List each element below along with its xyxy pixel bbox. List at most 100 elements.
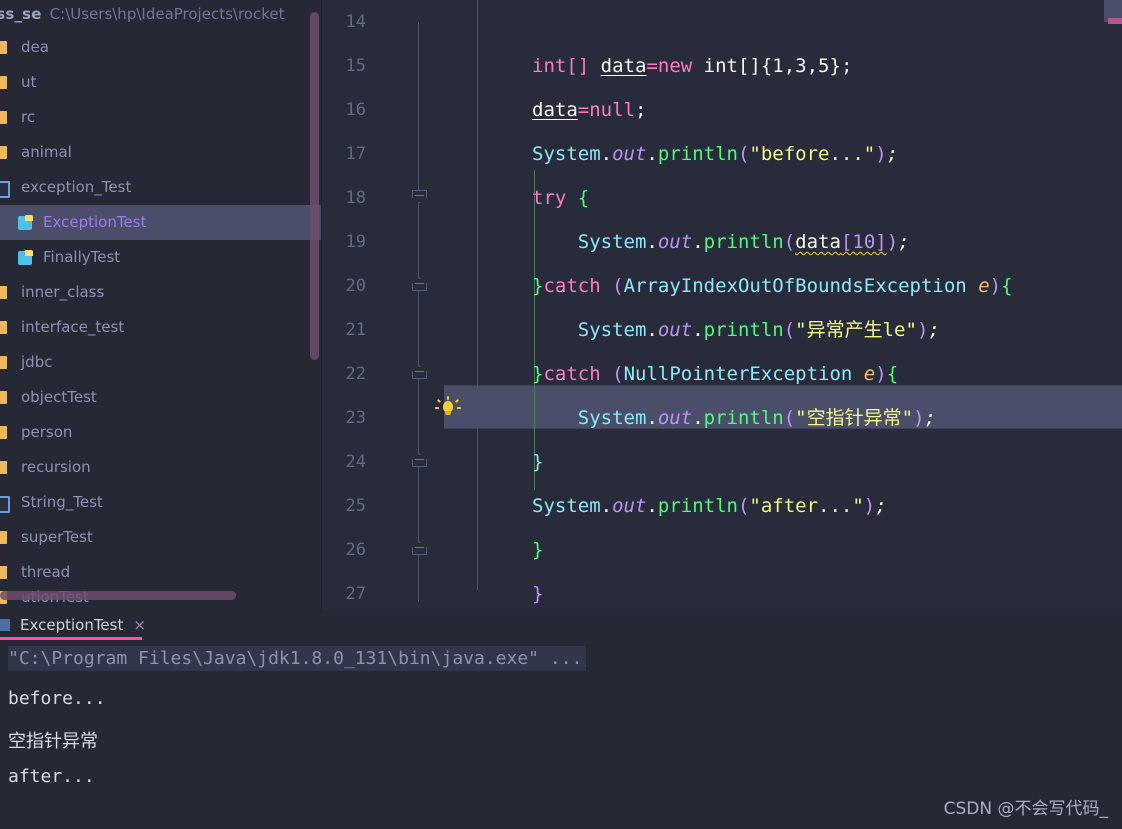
code-line[interactable]: int[] data=new int[]{1,3,5}; bbox=[532, 44, 852, 88]
code-token: . bbox=[692, 231, 704, 253]
code-token: out bbox=[612, 143, 647, 165]
fold-up-icon[interactable] bbox=[410, 365, 428, 383]
breadcrumb-path: C:\Users\hp\IdeaProjects\rocket bbox=[49, 5, 285, 23]
sidebar-item-supertest[interactable]: superTest bbox=[0, 520, 322, 555]
code-token: int[] bbox=[532, 55, 590, 77]
code-token: ) bbox=[875, 143, 887, 165]
code-token: { bbox=[1001, 275, 1013, 297]
code-token: out bbox=[657, 231, 693, 253]
line-number: 22 bbox=[345, 364, 366, 384]
console-tab-bar[interactable]: ExceptionTest × bbox=[0, 610, 1122, 640]
sidebar-item-exceptiontest[interactable]: ExceptionTest bbox=[0, 205, 322, 240]
code-token: ) bbox=[916, 319, 929, 341]
close-icon[interactable]: × bbox=[133, 617, 146, 633]
code-token: . bbox=[692, 407, 704, 429]
sidebar-item-label: interface_test bbox=[21, 318, 125, 336]
line-number: 19 bbox=[345, 232, 366, 252]
project-sidebar[interactable]: et_class_se C:\Users\hp\IdeaProjects\roc… bbox=[0, 0, 322, 610]
code-line[interactable]: } bbox=[532, 572, 543, 610]
code-line[interactable]: System.out.println(data[10]); bbox=[532, 220, 910, 264]
lightbulb-icon[interactable] bbox=[435, 396, 461, 418]
code-token: . bbox=[646, 143, 658, 165]
sidebar-horizontal-scrollbar[interactable] bbox=[0, 591, 236, 600]
sidebar-item-finallytest[interactable]: FinallyTest bbox=[0, 240, 322, 275]
code-token: println bbox=[703, 231, 784, 253]
module-icon bbox=[0, 180, 14, 198]
code-token: ( bbox=[737, 495, 750, 517]
line-number: 25 bbox=[345, 496, 366, 516]
editor-gutter[interactable]: 14 15 16 17 18 19 20 21 22 23 24 25 26 27 bbox=[322, 0, 444, 610]
code-line[interactable]: } bbox=[532, 440, 543, 484]
fold-down-icon[interactable] bbox=[410, 189, 428, 207]
tab-exceptiontest[interactable]: ExceptionTest × bbox=[0, 612, 146, 638]
sidebar-item-jdbc[interactable]: jdbc bbox=[0, 345, 322, 380]
editor-error-stripe-marker[interactable] bbox=[1108, 18, 1122, 24]
code-fold-connector-line bbox=[418, 22, 419, 602]
watermark: CSDN @不会写代码_ bbox=[943, 799, 1108, 819]
code-token: println bbox=[657, 143, 738, 165]
code-token: e bbox=[863, 363, 876, 385]
sidebar-item-inner-class[interactable]: inner_class bbox=[0, 275, 322, 310]
sidebar-item-interface-test[interactable]: interface_test bbox=[0, 310, 322, 345]
code-editor[interactable]: 14 15 16 17 18 19 20 21 22 23 24 25 26 27 int[] data=… bbox=[322, 0, 1122, 610]
code-line[interactable]: } bbox=[532, 528, 543, 572]
code-token: catch bbox=[543, 363, 601, 385]
code-token: new bbox=[657, 55, 693, 77]
console-command-line: "C:\Program Files\Java\jdk1.8.0_131\bin\… bbox=[8, 646, 587, 671]
sidebar-item-string-test[interactable]: String_Test bbox=[0, 485, 322, 520]
code-token: ( bbox=[783, 231, 796, 253]
sidebar-item-recursion[interactable]: recursion bbox=[0, 450, 322, 485]
code-line[interactable]: try { bbox=[532, 176, 589, 220]
folder-icon bbox=[0, 285, 14, 300]
code-token: } bbox=[532, 363, 544, 385]
tab-active-underline bbox=[0, 637, 142, 640]
code-token: out bbox=[657, 407, 693, 429]
sidebar-item-ut[interactable]: ut bbox=[0, 65, 322, 100]
sidebar-item-person[interactable]: person bbox=[0, 415, 322, 450]
code-line[interactable]: }catch (ArrayIndexOutOfBoundsException e… bbox=[532, 264, 1013, 308]
code-token: ( bbox=[612, 275, 624, 297]
code-line[interactable]: System.out.println("after..."); bbox=[532, 484, 887, 528]
sidebar-item-label: objectTest bbox=[21, 388, 97, 406]
folder-icon bbox=[0, 40, 14, 55]
fold-up-icon[interactable] bbox=[410, 453, 428, 471]
code-line[interactable]: data=null; bbox=[532, 88, 646, 132]
code-line[interactable]: System.out.println("before..."); bbox=[532, 132, 898, 176]
sidebar-item-rc[interactable]: rc bbox=[0, 100, 322, 135]
line-number: 26 bbox=[345, 540, 366, 560]
code-token: . bbox=[692, 319, 704, 341]
code-token: . bbox=[646, 495, 658, 517]
line-number: 23 bbox=[345, 408, 366, 428]
code-line[interactable]: System.out.println("异常产生le"); bbox=[532, 308, 940, 352]
sidebar-vertical-scrollbar[interactable] bbox=[310, 12, 319, 360]
project-tree[interactable]: dea ut rc animal exception_Test ExceptionTest… bbox=[0, 30, 322, 610]
code-token: . bbox=[600, 143, 613, 165]
code-line[interactable]: System.out.println("空指针异常"); bbox=[532, 396, 936, 440]
code-token: ) bbox=[913, 407, 925, 429]
sidebar-item-objecttest[interactable]: objectTest bbox=[0, 380, 322, 415]
sidebar-item-label: FinallyTest bbox=[43, 248, 121, 266]
code-line[interactable]: }catch (NullPointerException e){ bbox=[532, 352, 898, 396]
console-output-line: 空指针异常 bbox=[8, 731, 98, 752]
sidebar-item-label: ExceptionTest bbox=[43, 213, 147, 231]
folder-icon bbox=[0, 110, 14, 125]
fold-up-icon[interactable] bbox=[410, 277, 428, 295]
sidebar-item-animal[interactable]: animal bbox=[0, 135, 322, 170]
code-token: ) bbox=[863, 495, 876, 517]
sidebar-item-exception-test[interactable]: exception_Test bbox=[0, 170, 322, 205]
module-icon bbox=[0, 495, 14, 513]
code-token: System bbox=[577, 319, 647, 341]
sidebar-item-dea[interactable]: dea bbox=[0, 30, 322, 65]
code-token: out bbox=[612, 495, 647, 517]
sidebar-item-label: thread bbox=[21, 563, 71, 581]
code-token: System bbox=[532, 495, 601, 517]
code-token: data bbox=[532, 99, 578, 121]
code-token: println bbox=[703, 319, 784, 341]
fold-up-icon[interactable] bbox=[410, 541, 428, 559]
code-token: println bbox=[657, 495, 738, 517]
